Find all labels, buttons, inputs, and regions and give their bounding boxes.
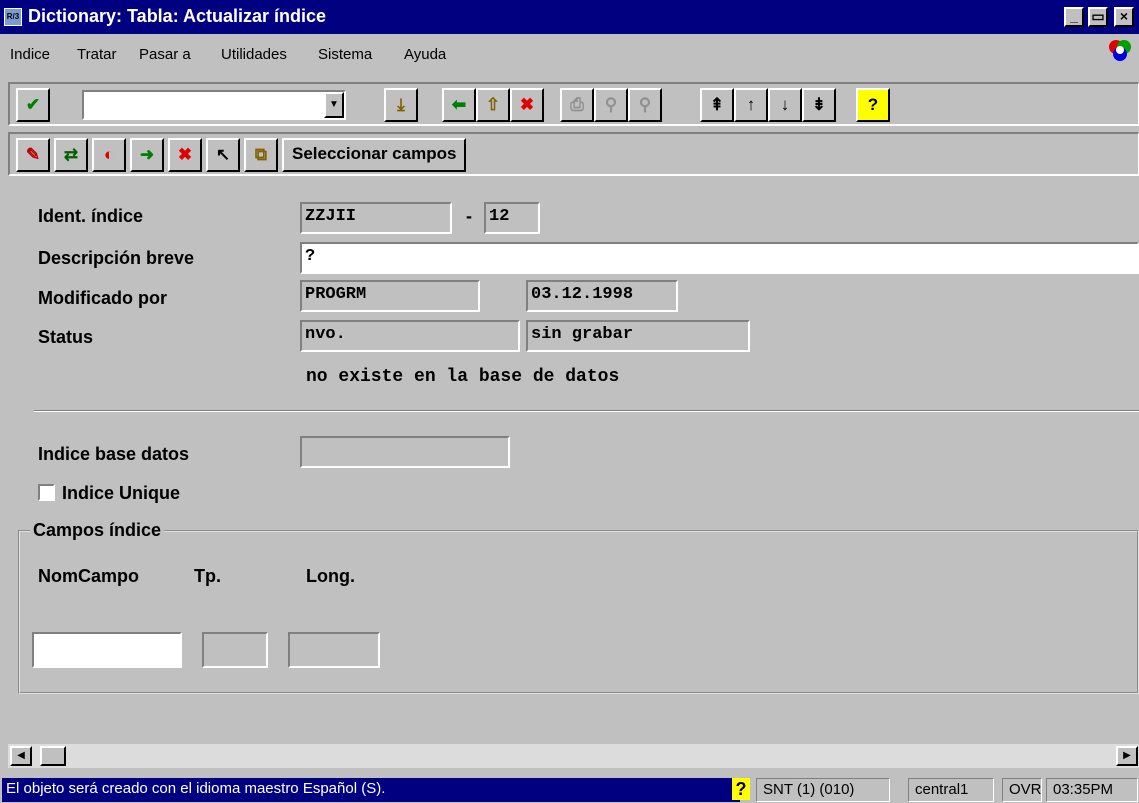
menu-tratar[interactable]: Tratar bbox=[77, 46, 116, 63]
status-help-icon[interactable]: ? bbox=[732, 778, 750, 800]
scroll-right-button[interactable]: ▶ bbox=[1116, 746, 1138, 766]
exit-icon: ⇧ bbox=[485, 95, 501, 114]
menu-bar: Indice Tratar Pasar a Utilidades Sistema… bbox=[0, 34, 1139, 74]
previous-page-icon: ↑ bbox=[746, 95, 756, 114]
menu-pasar-a[interactable]: Pasar a bbox=[139, 46, 191, 63]
back-button[interactable]: ⬅ bbox=[442, 88, 476, 122]
last-page-icon: ⇟ bbox=[811, 95, 827, 114]
command-field[interactable]: ▼ bbox=[82, 90, 346, 120]
maximize-button[interactable]: ▭ bbox=[1088, 7, 1108, 27]
print-icon: ⎙ bbox=[570, 95, 584, 114]
find-next-button[interactable]: ⚲ bbox=[628, 88, 662, 122]
unique-index-checkbox[interactable] bbox=[38, 484, 55, 501]
close-button[interactable]: × bbox=[1114, 7, 1134, 27]
column-field-name: NomCampo bbox=[38, 566, 140, 586]
sap-logo-icon bbox=[1109, 40, 1131, 61]
delete-icon: ✖ bbox=[177, 145, 193, 164]
menu-ayuda[interactable]: Ayuda bbox=[404, 46, 446, 63]
exit-button[interactable]: ⇧ bbox=[476, 88, 510, 122]
menu-sistema[interactable]: Sistema bbox=[318, 46, 372, 63]
modified-user-field: PROGRM bbox=[300, 280, 480, 312]
other-index-icon: ⇄ bbox=[63, 145, 79, 164]
pointer-button[interactable]: ↖ bbox=[206, 138, 240, 172]
separator bbox=[34, 410, 1139, 412]
help-button[interactable]: ? bbox=[856, 88, 890, 122]
find-button[interactable]: ⚲ bbox=[594, 88, 628, 122]
pointer-icon: ↖ bbox=[215, 145, 231, 164]
index-fields-group bbox=[18, 530, 1139, 694]
db-index-field bbox=[300, 436, 510, 468]
server-info: central1 bbox=[908, 778, 994, 802]
application-toolbar: ✎ ⇄ ◐ ➜ ✖ ↖ ⧉ Seleccionar campos bbox=[8, 132, 1139, 176]
status-label: Status bbox=[38, 327, 94, 347]
menu-indice[interactable]: Indice bbox=[10, 46, 50, 63]
status-message: El objeto será creado con el idioma maes… bbox=[2, 778, 740, 802]
horizontal-scrollbar[interactable] bbox=[8, 744, 1139, 768]
description-input[interactable]: ? bbox=[300, 242, 1139, 274]
sap-window-icon[interactable]: R/3 bbox=[4, 8, 22, 26]
save-icon: ⤓ bbox=[397, 95, 405, 114]
standard-toolbar: ✔ ▼ ⤓ ⬅ ⇧ ✖ ⎙ ⚲ ⚲ ⇞ ↑ ↓ ⇟ ? bbox=[8, 82, 1139, 126]
column-type: Tp. bbox=[194, 566, 221, 586]
find-next-icon: ⚲ bbox=[638, 95, 652, 114]
check-icon: ◐ bbox=[103, 145, 115, 164]
cancel-button[interactable]: ✖ bbox=[510, 88, 544, 122]
field-type-field bbox=[202, 632, 268, 668]
minimize-button[interactable]: _ bbox=[1064, 7, 1084, 27]
arrow-right-icon: ▶ bbox=[1123, 750, 1131, 761]
unique-index-label: Indice Unique bbox=[62, 483, 181, 503]
ident-dash: - bbox=[466, 206, 472, 226]
last-page-button[interactable]: ⇟ bbox=[802, 88, 836, 122]
enter-icon: ✔ bbox=[25, 95, 41, 114]
title-bar: R/3 Dictionary: Tabla: Actualizar índice… bbox=[0, 0, 1139, 34]
select-fields-button[interactable]: Seleccionar campos bbox=[282, 138, 467, 172]
status-note: no existe en la base de datos bbox=[306, 367, 620, 387]
scroll-left-button[interactable]: ◀ bbox=[10, 746, 32, 766]
delete-button[interactable]: ✖ bbox=[168, 138, 202, 172]
next-page-icon: ↓ bbox=[780, 95, 790, 114]
display-change-icon: ✎ bbox=[25, 145, 41, 164]
ident-id-field: 12 bbox=[484, 202, 540, 234]
description-label: Descripción breve bbox=[38, 248, 195, 268]
copy-button[interactable]: ⧉ bbox=[244, 138, 278, 172]
insert-mode[interactable]: OVR bbox=[1002, 778, 1042, 802]
other-index-button[interactable]: ⇄ bbox=[54, 138, 88, 172]
arrow-left-icon: ◀ bbox=[17, 750, 25, 761]
previous-page-button[interactable]: ↑ bbox=[734, 88, 768, 122]
copy-icon: ⧉ bbox=[254, 145, 268, 164]
check-button[interactable]: ◐ bbox=[92, 138, 126, 172]
time-display: 03:35PM bbox=[1046, 778, 1138, 802]
next-page-button[interactable]: ↓ bbox=[768, 88, 802, 122]
menu-utilidades[interactable]: Utilidades bbox=[221, 46, 287, 63]
find-icon: ⚲ bbox=[604, 95, 618, 114]
column-length: Long. bbox=[306, 566, 355, 586]
enter-button[interactable]: ✔ bbox=[16, 88, 50, 122]
modified-label: Modificado por bbox=[38, 288, 167, 308]
first-page-icon: ⇞ bbox=[709, 95, 725, 114]
index-fields-title: Campos índice bbox=[30, 520, 165, 541]
cancel-icon: ✖ bbox=[519, 95, 535, 114]
help-icon: ? bbox=[867, 95, 879, 114]
field-name-input[interactable] bbox=[32, 632, 182, 668]
modified-date-field: 03.12.1998 bbox=[526, 280, 678, 312]
save-status-field: sin grabar bbox=[526, 320, 750, 352]
display-change-button[interactable]: ✎ bbox=[16, 138, 50, 172]
command-dropdown-button[interactable]: ▼ bbox=[324, 92, 344, 118]
print-button[interactable]: ⎙ bbox=[560, 88, 594, 122]
ident-label: Ident. índice bbox=[38, 206, 144, 226]
scrollbar-thumb[interactable] bbox=[40, 746, 66, 766]
field-length-field bbox=[288, 632, 380, 668]
db-index-label: Indice base datos bbox=[38, 444, 190, 464]
first-page-button[interactable]: ⇞ bbox=[700, 88, 734, 122]
create-icon: ➜ bbox=[139, 145, 155, 164]
system-info: SNT (1) (010) bbox=[756, 778, 890, 802]
window-title: Dictionary: Tabla: Actualizar índice bbox=[28, 6, 327, 26]
create-button[interactable]: ➜ bbox=[130, 138, 164, 172]
back-icon: ⬅ bbox=[451, 95, 467, 114]
ident-table-field: ZZJII bbox=[300, 202, 452, 234]
save-button[interactable]: ⤓ bbox=[384, 88, 418, 122]
status-field: nvo. bbox=[300, 320, 520, 352]
